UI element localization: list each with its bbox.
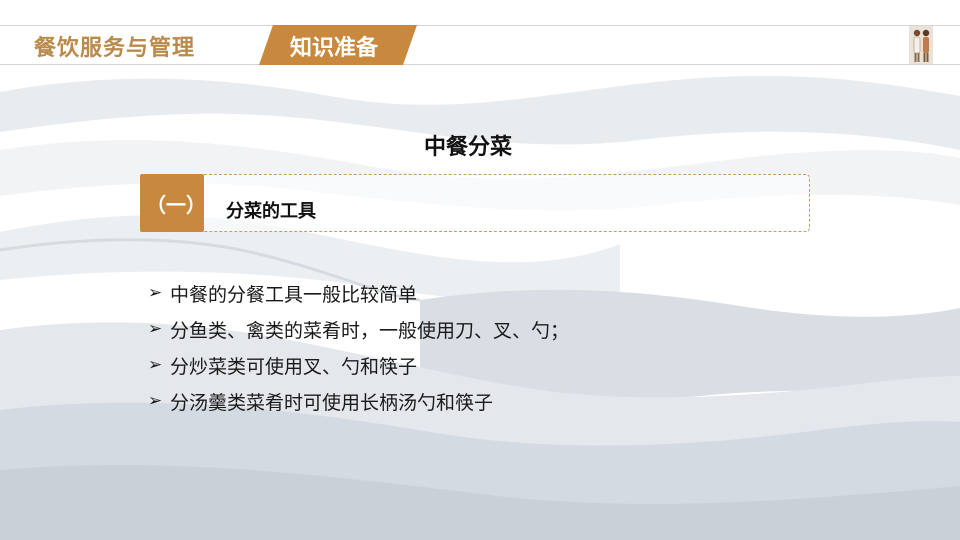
chevron-right-icon: ➢ (148, 391, 163, 411)
bullet-text: 分鱼类、禽类的菜肴时，一般使用刀、叉、勺； (170, 319, 570, 342)
bullet-list: ➢ 中餐的分餐工具一般比较简单 ➢ 分鱼类、禽类的菜肴时，一般使用刀、叉、勺； … (148, 275, 569, 419)
bullet-item: ➢ 中餐的分餐工具一般比较简单 (148, 275, 569, 311)
bullet-text: 分炒菜类可使用叉、勺和筷子 (170, 355, 418, 378)
bullet-item: ➢ 分炒菜类可使用叉、勺和筷子 (148, 347, 569, 383)
chevron-right-icon: ➢ (148, 319, 163, 339)
chevron-right-icon: ➢ (148, 283, 163, 303)
bullet-item: ➢ 分汤羹类菜肴时可使用长柄汤勺和筷子 (148, 383, 569, 419)
slide-content: 中餐分菜 （一） 分菜的工具 ➢ 中餐的分餐工具一般比较简单 ➢ 分鱼类、禽类的… (0, 0, 960, 540)
bullet-text: 中餐的分餐工具一般比较简单 (170, 283, 418, 306)
slide-title: 中餐分菜 (423, 135, 512, 160)
bullet-item: ➢ 分鱼类、禽类的菜肴时，一般使用刀、叉、勺； (148, 311, 569, 347)
bullet-text: 分汤羹类菜肴时可使用长柄汤勺和筷子 (170, 391, 494, 414)
subheading-number: （一） (146, 193, 206, 217)
chevron-right-icon: ➢ (148, 355, 163, 375)
subheading-text: 分菜的工具 (226, 201, 316, 222)
